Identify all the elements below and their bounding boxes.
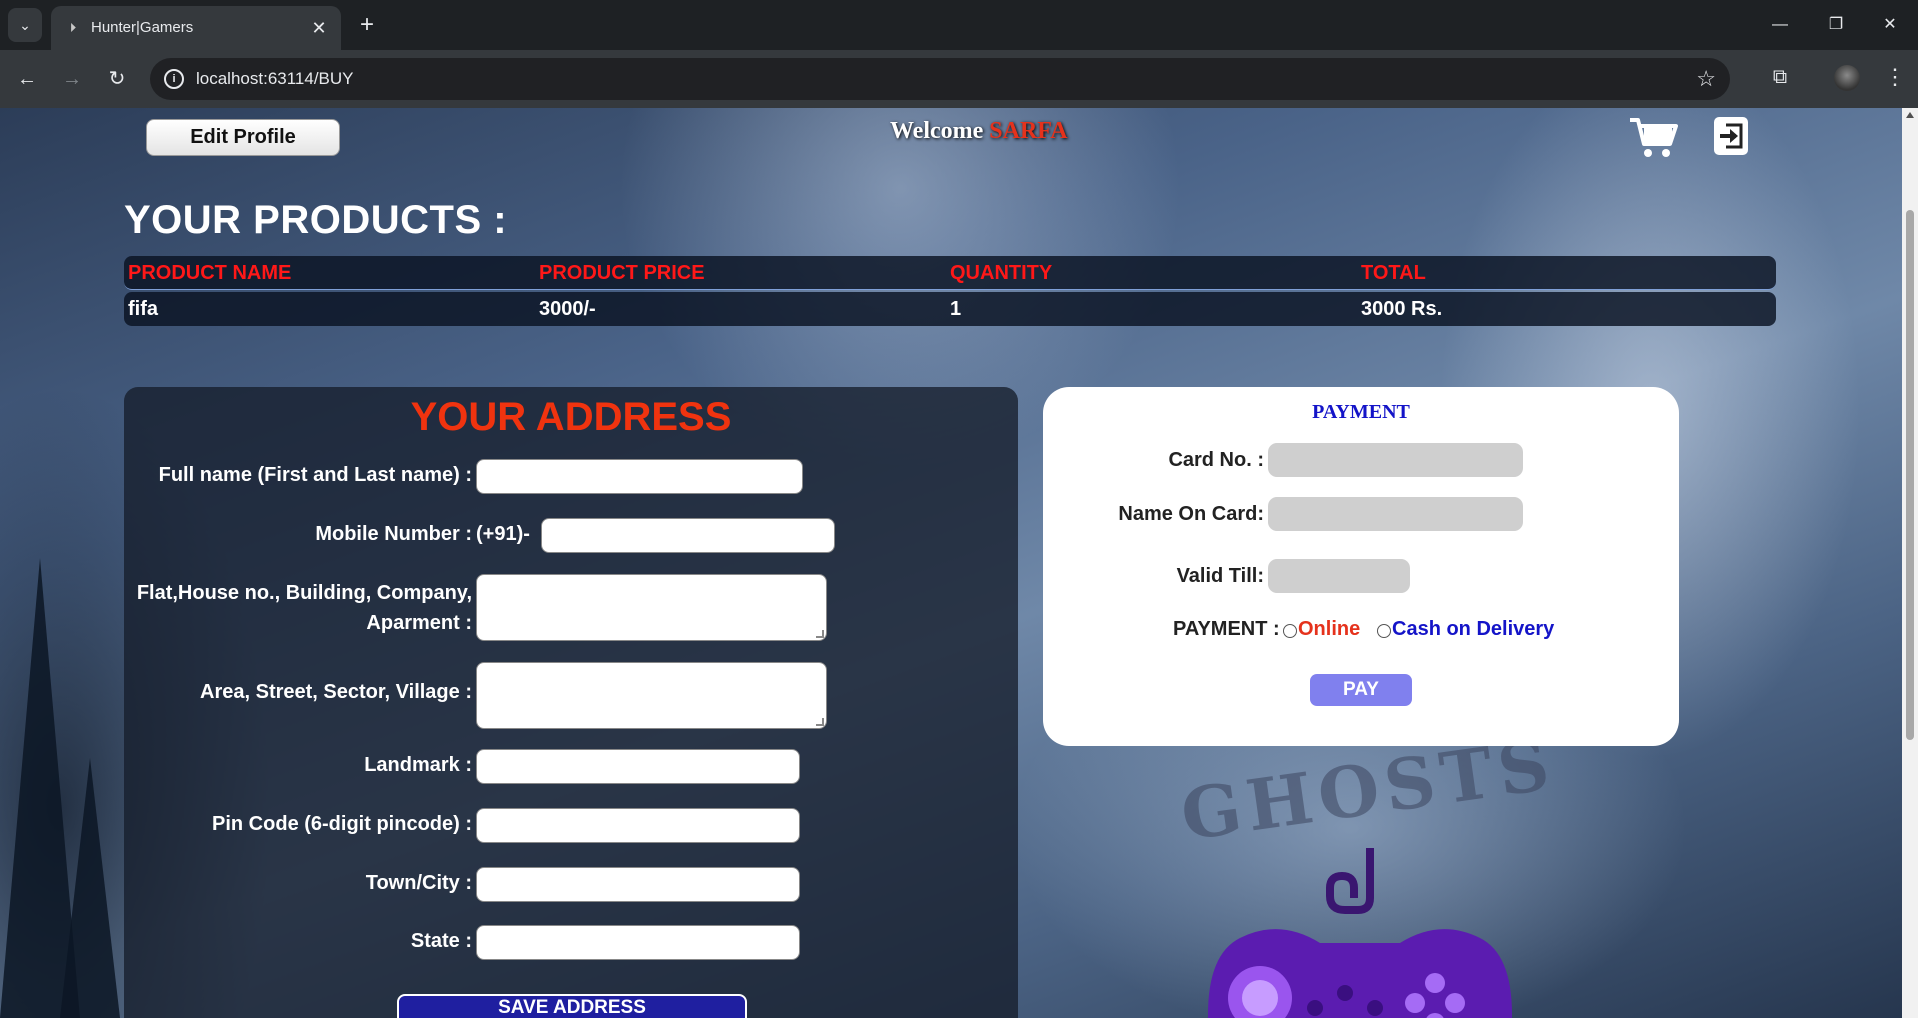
name-on-card-input[interactable] bbox=[1268, 497, 1523, 531]
save-address-button[interactable]: SAVE ADDRESS bbox=[397, 994, 747, 1018]
close-tab-button[interactable]: ✕ bbox=[309, 18, 329, 38]
forward-button[interactable]: → bbox=[57, 64, 87, 94]
flat-label-line1: Flat,House no., Building, Company, bbox=[136, 582, 472, 604]
chevron-down-icon: ⌄ bbox=[19, 17, 31, 33]
table-row: fifa 3000/- 1 3000 Rs. bbox=[124, 292, 1776, 326]
url-text[interactable]: localhost:63114/BUY bbox=[196, 58, 354, 100]
welcome-text: Welcome bbox=[890, 118, 984, 144]
tab-list-button[interactable]: ⌄ bbox=[8, 8, 42, 42]
pincode-input[interactable] bbox=[476, 808, 800, 843]
resize-grip-icon[interactable] bbox=[816, 718, 824, 726]
kebab-menu-icon[interactable]: ⋮ bbox=[1880, 62, 1910, 92]
area-label: Area, Street, Sector, Village : bbox=[200, 681, 472, 703]
payment-method-label: PAYMENT : bbox=[1173, 618, 1280, 640]
pay-button[interactable]: PAY bbox=[1310, 674, 1412, 706]
mobile-prefix: (+91)- bbox=[476, 523, 530, 545]
online-option-label[interactable]: Online bbox=[1298, 615, 1360, 643]
pincode-label: Pin Code (6-digit pincode) : bbox=[212, 813, 472, 835]
landmark-input[interactable] bbox=[476, 749, 800, 784]
tab-title: Hunter|Gamers bbox=[91, 19, 194, 36]
products-title: YOUR PRODUCTS : bbox=[124, 198, 508, 242]
full-name-input[interactable] bbox=[476, 459, 803, 494]
products-table-header: PRODUCT NAME PRODUCT PRICE QUANTITY TOTA… bbox=[124, 256, 1776, 290]
payment-title: PAYMENT bbox=[1312, 401, 1410, 423]
edit-profile-button[interactable]: Edit Profile bbox=[146, 119, 340, 156]
product-price: 3000/- bbox=[539, 298, 596, 320]
product-name: fifa bbox=[128, 298, 158, 320]
card-number-input[interactable] bbox=[1268, 443, 1523, 477]
logout-icon[interactable] bbox=[1714, 117, 1748, 155]
browser-toolbar: ← → ↻ i localhost:63114/BUY ☆ ⧉ ⋮ bbox=[0, 50, 1918, 108]
flat-label-line2: Aparment : bbox=[366, 612, 472, 634]
card-number-label: Card No. : bbox=[1168, 449, 1264, 471]
column-header: PRODUCT NAME bbox=[128, 262, 292, 284]
mobile-number-input[interactable] bbox=[541, 518, 835, 553]
back-button[interactable]: ← bbox=[12, 64, 42, 94]
column-header: QUANTITY bbox=[950, 262, 1053, 284]
browser-tab[interactable]: ⏵ Hunter|Gamers ✕ bbox=[51, 6, 341, 50]
avatar[interactable] bbox=[1834, 65, 1860, 91]
area-street-textarea[interactable] bbox=[476, 662, 827, 729]
address-title: YOUR ADDRESS bbox=[410, 395, 732, 439]
scroll-up-arrow-icon[interactable] bbox=[1906, 112, 1914, 118]
info-icon[interactable]: i bbox=[164, 69, 184, 89]
page-scrollbar[interactable] bbox=[1902, 108, 1918, 1018]
cod-radio[interactable] bbox=[1377, 624, 1391, 638]
resize-grip-icon[interactable] bbox=[816, 630, 824, 638]
cod-option-label[interactable]: Cash on Delivery bbox=[1392, 615, 1554, 643]
valid-till-input[interactable] bbox=[1268, 559, 1410, 593]
puzzle-icon[interactable]: ⧉ bbox=[1765, 62, 1795, 92]
address-form: YOUR ADDRESS Full name (First and Last n… bbox=[124, 387, 1018, 1018]
state-label: State : bbox=[410, 930, 472, 952]
star-icon[interactable]: ☆ bbox=[1696, 64, 1716, 94]
playstation-icon: ⏵ bbox=[69, 20, 77, 35]
product-total: 3000 Rs. bbox=[1361, 298, 1443, 320]
browser-tab-bar: ⌄ ⏵ Hunter|Gamers ✕ + — ❐ ✕ bbox=[0, 0, 1918, 50]
username: SARFA bbox=[989, 118, 1068, 144]
address-bar[interactable]: i localhost:63114/BUY ☆ bbox=[150, 58, 1730, 100]
shopping-cart-icon[interactable] bbox=[1628, 114, 1678, 160]
online-radio[interactable] bbox=[1283, 624, 1297, 638]
full-name-label: Full name (First and Last name) : bbox=[158, 464, 472, 486]
scroll-thumb[interactable] bbox=[1906, 210, 1914, 740]
column-header: TOTAL bbox=[1361, 262, 1426, 284]
new-tab-button[interactable]: + bbox=[352, 10, 382, 40]
city-label: Town/City : bbox=[365, 872, 472, 894]
payment-form: PAYMENT Card No. : Name On Card: Valid T… bbox=[1043, 387, 1679, 746]
welcome-message: Welcome SARFA bbox=[890, 118, 1068, 145]
city-input[interactable] bbox=[476, 867, 800, 902]
landmark-label: Landmark : bbox=[364, 754, 472, 776]
restore-button[interactable]: ❐ bbox=[1808, 0, 1864, 50]
valid-till-label: Valid Till: bbox=[1176, 565, 1264, 587]
flat-house-textarea[interactable] bbox=[476, 574, 827, 641]
product-quantity: 1 bbox=[950, 298, 962, 320]
background-tree bbox=[60, 758, 120, 1018]
state-input[interactable] bbox=[476, 925, 800, 960]
close-window-button[interactable]: ✕ bbox=[1862, 0, 1918, 50]
minimize-button[interactable]: — bbox=[1752, 0, 1808, 50]
reload-button[interactable]: ↻ bbox=[102, 64, 132, 94]
mobile-label: Mobile Number : bbox=[315, 523, 472, 545]
column-header: PRODUCT PRICE bbox=[539, 262, 705, 284]
name-on-card-label: Name On Card: bbox=[1118, 503, 1264, 525]
flat-label: Flat,House no., Building, Company, Aparm… bbox=[137, 578, 472, 638]
gamepad-illustration bbox=[1208, 848, 1512, 1018]
page-viewport: GHOSTS Edit Profile Welcome SARFA YOUR P… bbox=[0, 108, 1902, 1018]
